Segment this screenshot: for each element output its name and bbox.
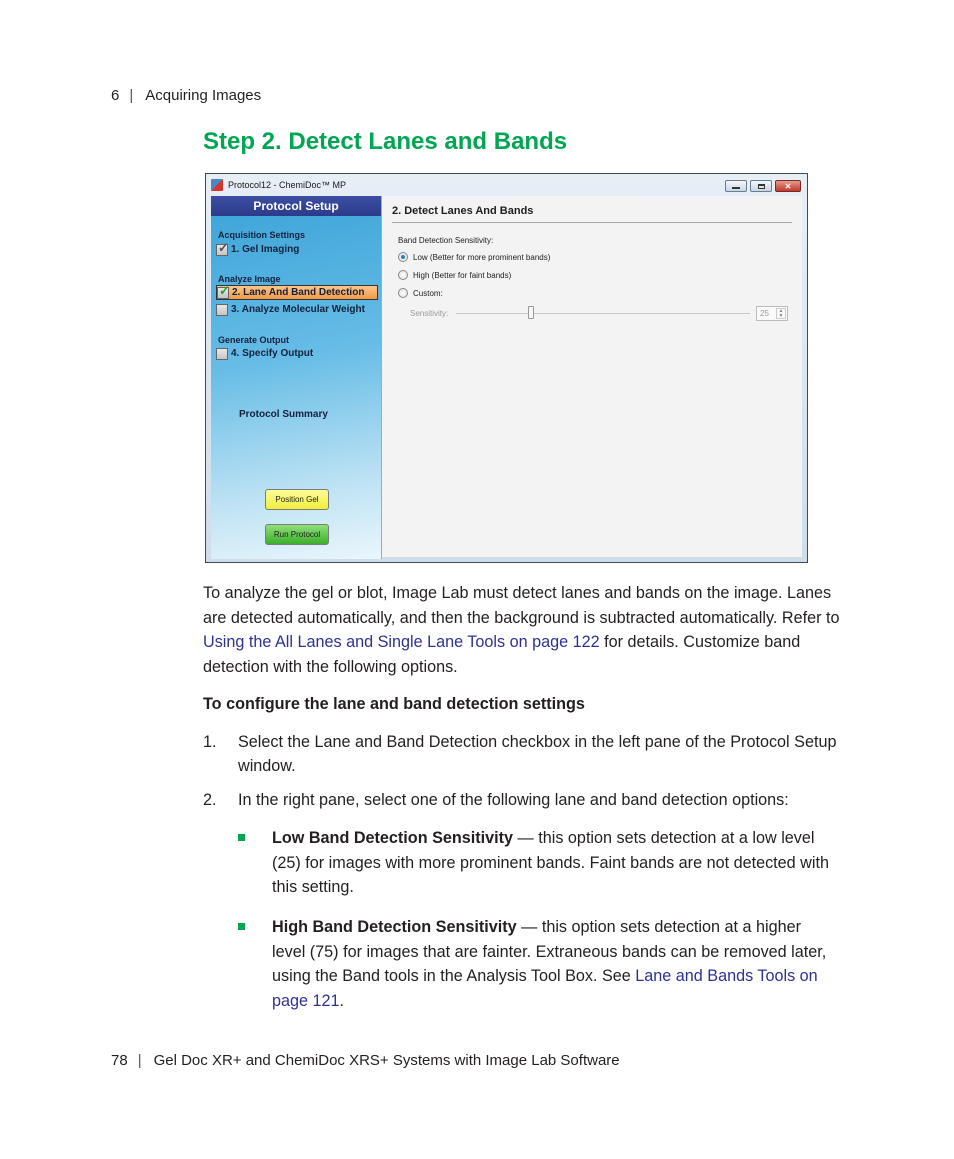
footer-separator: | [137,1052,142,1069]
sidebar-item-analyze-molecular-weight[interactable]: 3. Analyze Molecular Weight [216,302,369,317]
sensitivity-slider-thumb[interactable] [528,306,534,319]
bullet-text: High Band Detection Sensitivity — this o… [272,915,837,1013]
radio-button-selected[interactable] [398,252,408,262]
bullet-term: High Band Detection Sensitivity [272,918,517,936]
radio-label: High (Better for faint bands) [413,270,512,280]
maximize-icon [757,183,765,189]
radio-option-high[interactable]: High (Better for faint bands) [398,270,511,280]
intro-text: To analyze the gel or blot, Image Lab mu… [203,584,840,627]
run-protocol-button[interactable]: Run Protocol [265,524,329,545]
bullet-square-icon [238,923,245,930]
section-generate-output: Generate Output [218,335,290,345]
window-titlebar: Protocol12 - ChemiDoc™ MP ✕ [206,174,807,196]
window-controls: ✕ [725,180,801,192]
checkmark-icon: ✓ [218,239,229,255]
sidebar-item-label: 1. Gel Imaging [231,244,300,255]
sensitivity-slider-row: Sensitivity: 25 ▲ ▼ [410,306,788,322]
detection-settings-pane: 2. Detect Lanes And Bands Band Detection… [382,196,802,557]
bullet-square-icon [238,834,245,841]
checkbox-analyze-molecular-weight[interactable] [216,303,228,316]
running-header: 6 | Acquiring Images [111,87,261,104]
sidebar-item-gel-imaging[interactable]: ✓ 1. Gel Imaging [216,239,303,257]
running-footer: 78 | Gel Doc XR+ and ChemiDoc XRS+ Systems… [111,1052,620,1069]
sidebar-item-specify-output[interactable]: 4. Specify Output [216,346,317,361]
pane-title: 2. Detect Lanes And Bands [392,205,534,217]
minimize-button[interactable] [725,180,747,192]
close-icon: ✕ [784,181,792,191]
window-title: Protocol12 - ChemiDoc™ MP [228,180,347,190]
step-text: In the right pane, select one of the fol… [238,791,789,809]
section-title: Step 2. Detect Lanes and Bands [203,128,568,155]
header-separator: | [129,87,134,104]
radio-option-custom[interactable]: Custom: [398,288,443,298]
procedure-heading: To configure the lane and band detection… [203,695,585,713]
app-icon [211,179,223,191]
footer-text: Gel Doc XR+ and ChemiDoc XRS+ Systems wi… [153,1052,620,1069]
sensitivity-group-label: Band Detection Sensitivity: [398,236,494,245]
radio-label: Low (Better for more prominent bands) [413,252,551,262]
spinbox-arrows-icon[interactable]: ▲ ▼ [776,308,786,319]
step-number: 2. [203,791,217,809]
checkmark-icon: ✓ [219,282,230,298]
slider-label: Sensitivity: [410,309,449,318]
close-button[interactable]: ✕ [775,180,801,192]
header-page-number: 6 [111,87,120,104]
sidebar-item-label: 3. Analyze Molecular Weight [231,304,365,315]
header-section: Acquiring Images [145,87,262,104]
radio-option-low[interactable]: Low (Better for more prominent bands) [398,252,550,262]
bullet-term: Low Band Detection Sensitivity [272,829,514,847]
spinbox-value: 25 [760,309,769,318]
radio-button[interactable] [398,288,408,298]
intro-paragraph: To analyze the gel or blot, Image Lab mu… [203,581,843,679]
sensitivity-spinbox[interactable]: 25 ▲ ▼ [756,306,788,321]
radio-button[interactable] [398,270,408,280]
protocol-sidebar: Protocol Setup Acquisition Settings ✓ 1.… [211,196,382,559]
sidebar-item-lane-band-detection[interactable]: ✓ 2. Lane And Band Detection [216,282,378,300]
checkbox-gel-imaging[interactable]: ✓ [216,239,229,256]
radio-label: Custom: [413,288,443,298]
minimize-icon [732,187,740,189]
bullet-tail: . [339,991,345,1010]
sidebar-item-label: 2. Lane And Band Detection [232,287,365,298]
step-text: Select the Lane and Band Detection check… [238,733,837,775]
checkbox-lane-band-detection[interactable]: ✓ [217,282,230,299]
protocol-summary-link[interactable]: Protocol Summary [239,409,328,420]
maximize-button[interactable] [750,180,772,192]
bullet-text: Low Band Detection Sensitivity — this op… [272,826,837,900]
checkbox-specify-output[interactable] [216,347,228,360]
sidebar-header: Protocol Setup [211,196,381,216]
section-acquisition-settings: Acquisition Settings [218,230,306,240]
sensitivity-slider-track[interactable] [456,306,750,319]
protocol-window-screenshot: Protocol12 - ChemiDoc™ MP ✕ Protocol Set… [205,173,808,563]
footer-page-number: 78 [111,1052,128,1069]
title-divider [392,222,792,223]
sidebar-item-label: 4. Specify Output [231,348,314,359]
link-lane-tools[interactable]: Using the All Lanes and Single Lane Tool… [203,633,600,651]
step-number: 1. [203,733,217,751]
position-gel-button[interactable]: Position Gel [265,489,329,510]
